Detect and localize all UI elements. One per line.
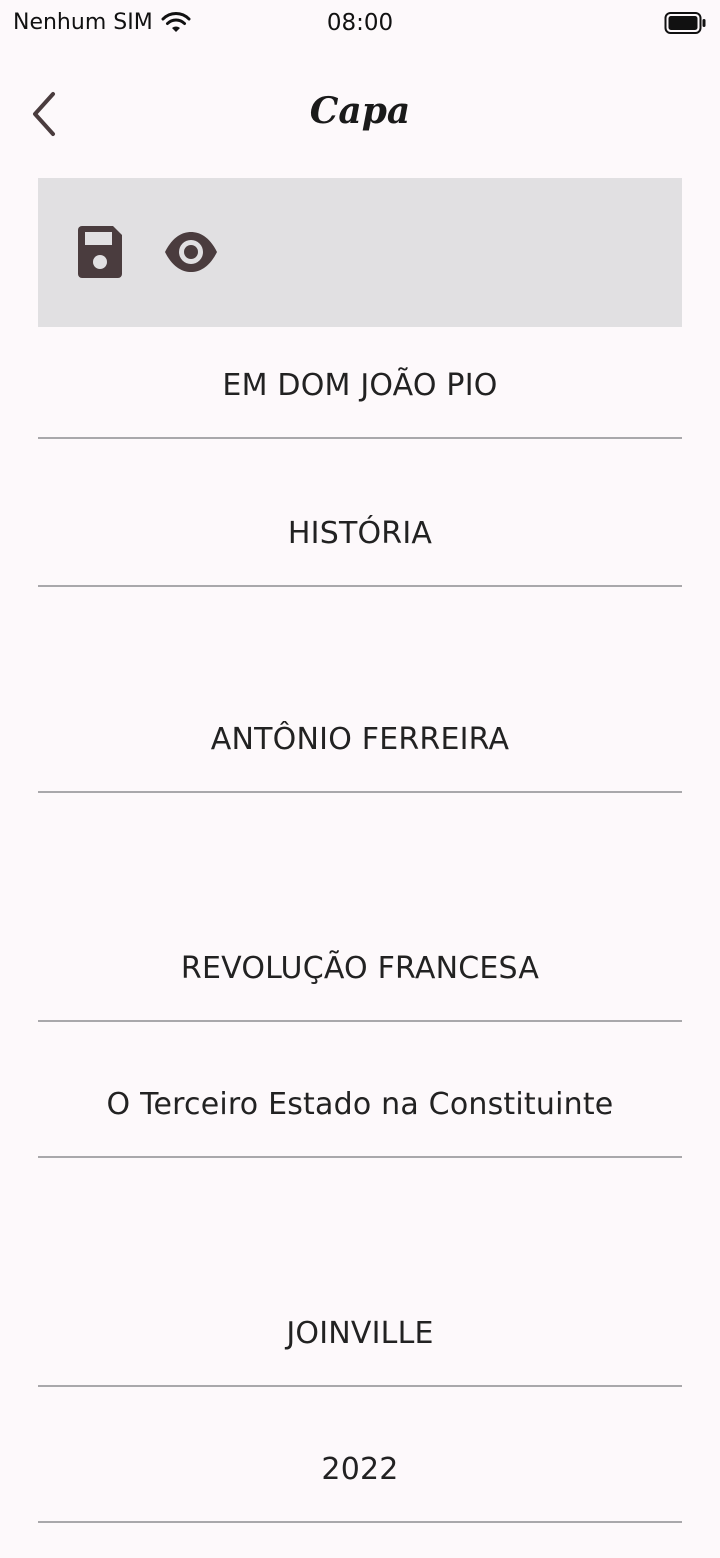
field-value: EM DOM JOÃO PIO <box>222 368 498 403</box>
field-year[interactable]: 2022 <box>38 1387 682 1523</box>
save-button[interactable] <box>72 224 128 280</box>
field-value: REVOLUÇÃO FRANCESA <box>180 951 540 986</box>
field-subtitle[interactable]: O Terceiro Estado na Constituinte <box>38 1022 682 1158</box>
save-icon <box>78 226 122 278</box>
field-subject[interactable]: HISTÓRIA <box>38 439 682 587</box>
field-value: O Terceiro Estado na Constituinte <box>106 1087 614 1122</box>
preview-button[interactable] <box>163 224 219 280</box>
eye-icon <box>165 232 217 272</box>
field-value: HISTÓRIA <box>287 516 433 551</box>
field-author[interactable]: ANTÔNIO FERREIRA <box>38 587 682 793</box>
action-toolbar <box>38 178 682 327</box>
cover-fields-list: EM DOM JOÃO PIO HISTÓRIA ANTÔNIO FERREIR… <box>38 327 682 1523</box>
status-bar: Nenhum SIM 08:00 <box>0 0 720 48</box>
field-value: 2022 <box>321 1452 399 1487</box>
field-title[interactable]: REVOLUÇÃO FRANCESA <box>38 793 682 1022</box>
field-institution[interactable]: EM DOM JOÃO PIO <box>38 327 682 439</box>
field-value: ANTÔNIO FERREIRA <box>210 722 510 757</box>
field-value: JOINVILLE <box>286 1316 434 1351</box>
app-bar: Capa <box>0 70 720 160</box>
battery-icon <box>664 12 706 34</box>
status-time: 08:00 <box>326 10 394 36</box>
field-city[interactable]: JOINVILLE <box>38 1158 682 1387</box>
page-title: Capa <box>309 90 411 132</box>
